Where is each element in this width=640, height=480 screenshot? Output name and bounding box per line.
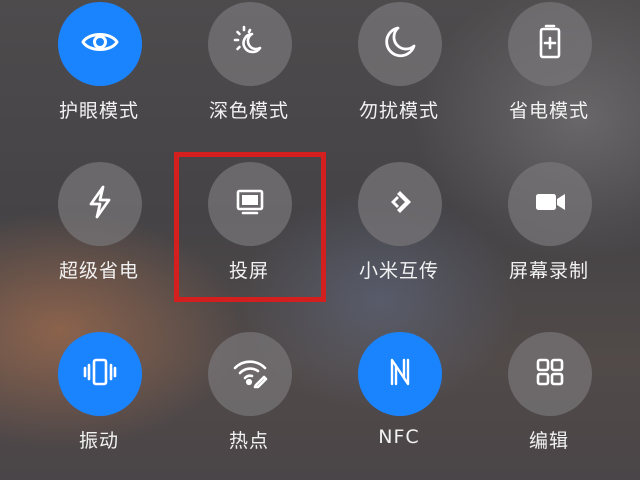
tile-label: 小米互传: [358, 260, 439, 282]
tile-label: 热点: [228, 430, 269, 452]
monitor-icon: [230, 182, 270, 226]
tile-label: 勿扰模式: [358, 100, 439, 122]
hotspot-toggle[interactable]: [208, 332, 292, 416]
hotspot-wifi-icon: [230, 352, 270, 396]
ultra-battery-saver-toggle[interactable]: [58, 162, 142, 246]
tile-label: 编辑: [528, 430, 569, 452]
sun-moon-icon: [230, 22, 270, 66]
mi-share-toggle[interactable]: [358, 162, 442, 246]
tile-label: 省电模式: [508, 100, 589, 122]
tile-label: 振动: [78, 430, 119, 452]
tile-vibrate: 振动: [24, 320, 174, 470]
eye-comfort-toggle[interactable]: [58, 2, 142, 86]
nfc-toggle[interactable]: [358, 332, 442, 416]
vibrate-toggle[interactable]: [58, 332, 142, 416]
tile-dark-mode: 深色模式: [174, 0, 324, 140]
tile-screen-cast: 投屏: [174, 150, 324, 300]
nfc-icon: [380, 352, 420, 396]
tile-edit: 编辑: [474, 320, 624, 470]
tile-label: 屏幕录制: [508, 260, 589, 282]
lightning-icon: [80, 182, 120, 226]
tile-hotspot: 热点: [174, 320, 324, 470]
vibrate-phone-icon: [80, 352, 120, 396]
tile-nfc: NFC: [324, 320, 474, 470]
tile-label: 投屏: [228, 260, 269, 282]
edit-toggle[interactable]: [508, 332, 592, 416]
battery-plus-icon: [530, 22, 570, 66]
tile-label: 深色模式: [208, 100, 289, 122]
tile-ultra-battery-saver: 超级省电: [24, 150, 174, 300]
tile-battery-saver: 省电模式: [474, 0, 624, 140]
quick-settings-panel: 护眼模式 深色模式 勿扰模式 省电模式 超级省电 投屏 小米互传 屏幕录制 振动…: [0, 0, 640, 480]
mi-share-icon: [380, 182, 420, 226]
grid-icon: [530, 352, 570, 396]
tile-do-not-disturb: 勿扰模式: [324, 0, 474, 140]
tile-label: NFC: [378, 426, 420, 448]
tile-mi-share: 小米互传: [324, 150, 474, 300]
tile-label: 护眼模式: [58, 100, 139, 122]
eye-icon: [80, 22, 120, 66]
do-not-disturb-toggle[interactable]: [358, 2, 442, 86]
screen-cast-toggle[interactable]: [208, 162, 292, 246]
tile-eye-comfort: 护眼模式: [24, 0, 174, 140]
video-camera-icon: [530, 182, 570, 226]
dark-mode-toggle[interactable]: [208, 2, 292, 86]
screen-recorder-toggle[interactable]: [508, 162, 592, 246]
battery-saver-toggle[interactable]: [508, 2, 592, 86]
tile-label: 超级省电: [58, 260, 139, 282]
moon-icon: [380, 22, 420, 66]
tile-screen-recorder: 屏幕录制: [474, 150, 624, 300]
